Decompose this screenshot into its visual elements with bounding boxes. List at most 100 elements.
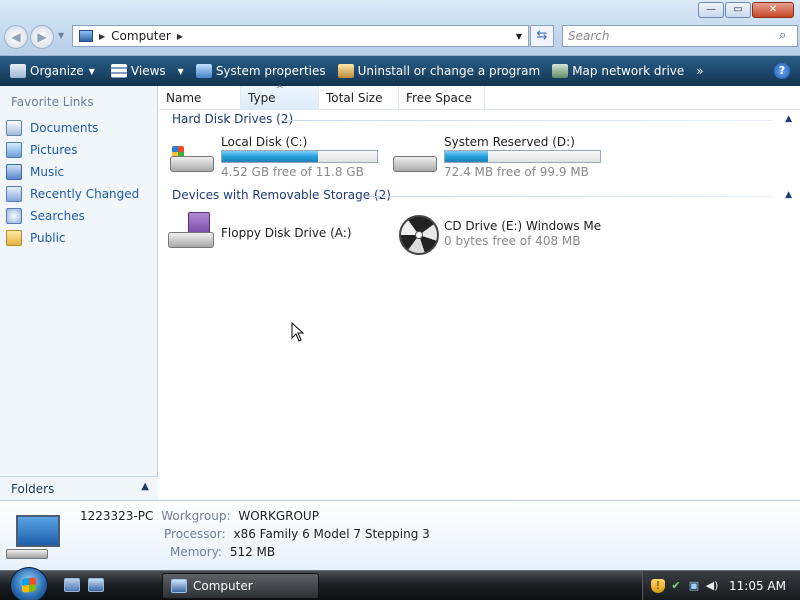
title-bar: — ▭ ✕ ◀ ▶ ▼ ▶ Computer ▶ ▼ ⇆ ⌕: [0, 0, 800, 56]
clock[interactable]: 11:05 AM: [729, 579, 786, 593]
views-icon: [110, 64, 127, 78]
column-header-free-space[interactable]: Free Space: [399, 86, 485, 110]
hard-disk-icon[interactable]: [391, 144, 437, 174]
navigation-pane: Favorite Links Documents Pictures Music …: [0, 86, 158, 500]
floppy-drive-icon[interactable]: [168, 212, 214, 250]
details-pane: 1223323-PC Workgroup: WORKGROUP Processo…: [0, 500, 800, 570]
show-desktop-icon[interactable]: [64, 578, 80, 592]
sidebar-item-searches[interactable]: Searches: [6, 206, 85, 226]
drive-body: [170, 156, 214, 172]
chevron-down-icon: ▼: [177, 66, 184, 76]
cd-hole: [415, 231, 423, 239]
column-header-total-size[interactable]: Total Size: [319, 86, 399, 110]
views-button[interactable]: Views ▼: [105, 57, 190, 85]
documents-icon: [6, 120, 22, 136]
music-icon: [6, 164, 22, 180]
processor-label: Processor:: [164, 527, 226, 541]
update-icon[interactable]: ✔: [669, 579, 683, 593]
maximize-button[interactable]: ▭: [725, 2, 751, 18]
sort-ascending-icon: ^: [276, 85, 284, 95]
folders-toggle[interactable]: Folders ▲: [0, 476, 158, 500]
address-dropdown-icon[interactable]: ▼: [516, 32, 522, 41]
search-icon[interactable]: ⌕: [779, 28, 786, 43]
drive-e-free-space: 0 bytes free of 408 MB: [444, 234, 581, 248]
drive-a-name[interactable]: Floppy Disk Drive (A:): [221, 226, 352, 240]
volume-icon[interactable]: ◀): [705, 579, 719, 593]
close-button[interactable]: ✕: [752, 2, 794, 18]
drive-c-usage-bar: [221, 150, 378, 163]
switch-windows-icon[interactable]: [88, 578, 104, 592]
breadcrumb-separator-icon[interactable]: ▶: [99, 32, 105, 41]
drive-c-usage-fill: [222, 151, 319, 162]
drive-d-free-space: 72.4 MB free of 99.9 MB: [444, 165, 589, 179]
computer-icon: [79, 30, 93, 42]
organize-icon: [10, 64, 26, 78]
uninstall-program-button[interactable]: Uninstall or change a program: [332, 57, 547, 85]
workgroup-label: Workgroup:: [161, 509, 231, 523]
taskbar-button-computer[interactable]: Computer: [162, 573, 319, 599]
sidebar-item-public[interactable]: Public: [6, 228, 66, 248]
refresh-button[interactable]: ⇆: [530, 25, 554, 47]
hard-disk-icon[interactable]: [168, 144, 214, 174]
windows-logo-icon: [22, 577, 36, 593]
drive-body: [393, 156, 437, 172]
drive-d-usage-bar: [444, 150, 601, 163]
address-bar[interactable]: ▶ Computer ▶ ▼: [72, 25, 529, 47]
monitor-screen: [16, 515, 60, 547]
column-headers: Name Type ^ Total Size Free Space: [159, 85, 800, 110]
chevron-down-icon: ▼: [88, 66, 95, 76]
computer-icon: [6, 515, 62, 563]
system-tray: ! ✔ ▣ ◀) 11:05 AM: [642, 571, 800, 600]
computer-icon: [171, 579, 187, 593]
sidebar-item-pictures[interactable]: Pictures: [6, 140, 78, 160]
group-divider: [281, 120, 773, 121]
forward-button[interactable]: ▶: [30, 25, 54, 49]
taskbar: Computer ! ✔ ▣ ◀) 11:05 AM: [0, 567, 800, 600]
start-button[interactable]: [10, 567, 48, 600]
more-commands-button[interactable]: »: [690, 57, 709, 85]
column-header-name[interactable]: Name: [159, 86, 241, 110]
drive-d-usage-fill: [445, 151, 489, 162]
system-properties-button[interactable]: System properties: [190, 57, 332, 85]
computer-name: 1223323-PC: [80, 509, 154, 523]
group-header-removable-storage[interactable]: Devices with Removable Storage (2): [172, 188, 391, 202]
group-header-hard-disk-drives[interactable]: Hard Disk Drives (2): [172, 112, 293, 126]
organize-button[interactable]: Organize ▼: [4, 57, 101, 85]
cd-drive-icon[interactable]: [399, 215, 439, 255]
security-shield-icon[interactable]: !: [651, 579, 665, 593]
drive-c-name[interactable]: Local Disk (C:): [221, 135, 307, 149]
minimize-button[interactable]: —: [698, 2, 724, 18]
help-button[interactable]: ?: [774, 63, 790, 79]
processor-value: x86 Family 6 Model 7 Stepping 3: [233, 527, 430, 541]
pictures-icon: [6, 142, 22, 158]
floppy-disk: [188, 212, 210, 234]
map-network-drive-button[interactable]: Map network drive: [546, 57, 690, 85]
recent-pages-dropdown[interactable]: ▼: [58, 31, 64, 40]
group-divider: [367, 196, 773, 197]
chevron-up-icon: ▲: [141, 481, 149, 492]
network-drive-icon: [552, 64, 569, 78]
breadcrumb-chevron-icon[interactable]: ▶: [177, 32, 183, 41]
command-bar: Organize ▼ Views ▼ System properties Uni…: [0, 56, 800, 86]
sidebar-item-documents[interactable]: Documents: [6, 118, 98, 138]
system-properties-icon: [195, 64, 212, 78]
recently-changed-icon: [6, 186, 22, 202]
sidebar-item-recently-changed[interactable]: Recently Changed: [6, 184, 139, 204]
searches-icon: [6, 208, 22, 224]
collapse-group-icon[interactable]: ▲: [785, 190, 792, 200]
sidebar-item-music[interactable]: Music: [6, 162, 64, 182]
mouse-pointer-icon: [291, 322, 305, 342]
breadcrumb-computer[interactable]: Computer: [111, 29, 171, 43]
network-icon[interactable]: ▣: [687, 579, 701, 593]
drive-d-name[interactable]: System Reserved (D:): [444, 135, 575, 149]
file-list-pane: Name Type ^ Total Size Free Space Hard D…: [159, 85, 800, 500]
uninstall-icon: [337, 64, 354, 78]
collapse-group-icon[interactable]: ▲: [785, 114, 792, 124]
public-folder-icon: [6, 230, 22, 246]
computer-base: [6, 549, 48, 559]
drive-e-name[interactable]: CD Drive (E:) Windows Me: [444, 219, 601, 233]
search-input[interactable]: [562, 25, 798, 47]
drive-body: [168, 232, 214, 248]
back-button[interactable]: ◀: [4, 25, 28, 49]
drive-c-free-space: 4.52 GB free of 11.8 GB: [221, 165, 364, 179]
